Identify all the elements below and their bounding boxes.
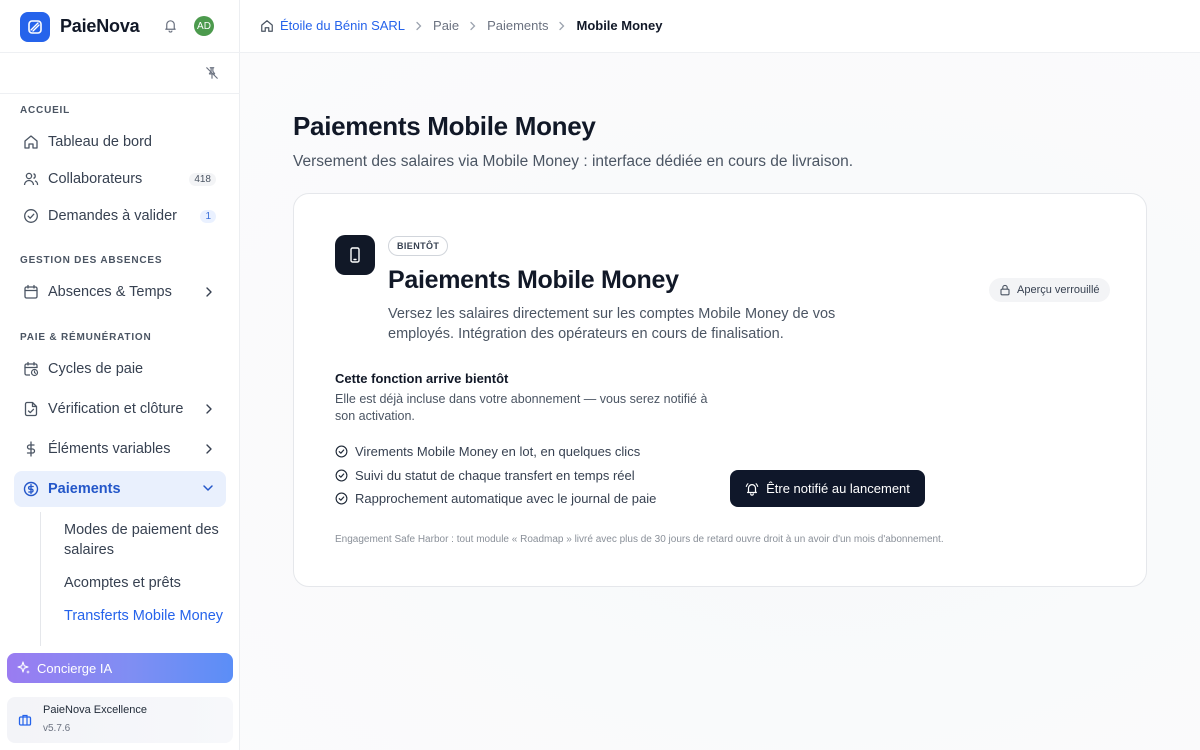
sidebar-item-label: Paiements — [48, 481, 121, 497]
sidebar-pin-row — [0, 53, 240, 94]
check-circle-icon — [335, 445, 348, 458]
submenu-item-transferts-mobile-money[interactable]: Transferts Mobile Money — [64, 606, 223, 626]
users-icon — [23, 171, 39, 187]
list-item: Virements Mobile Money en lot, en quelqu… — [335, 444, 656, 468]
coming-soon-heading: Cette fonction arrive bientôt — [335, 371, 509, 386]
file-check-icon — [23, 401, 39, 417]
app-logo[interactable] — [20, 12, 50, 42]
home-icon[interactable] — [260, 19, 274, 33]
page-subtitle: Versement des salaires via Mobile Money … — [293, 153, 854, 170]
chevron-right-icon — [204, 403, 214, 415]
feature-description: Versez les salaires directement sur les … — [388, 306, 836, 342]
concierge-ia-button[interactable]: Concierge IA — [7, 653, 233, 683]
locked-preview-label: Aperçu verrouillé — [1017, 284, 1100, 296]
bell-ring-icon — [745, 482, 759, 496]
sidebar-item-dashboard[interactable]: Tableau de bord — [14, 125, 226, 159]
sidebar-item-label: Éléments variables — [48, 441, 171, 457]
chevron-right-icon — [204, 443, 214, 455]
check-circle-icon — [23, 208, 39, 224]
submenu-rail — [40, 512, 41, 646]
submenu-item-modes-paiement[interactable]: Modes de paiement des salaires — [64, 520, 219, 560]
sidebar-item-elements[interactable]: Éléments variables — [14, 432, 226, 466]
page-title: Paiements Mobile Money — [293, 111, 596, 141]
submenu-item-label-line1: Modes de paiement des — [64, 522, 219, 538]
sidebar-item-label: Demandes à valider — [48, 208, 177, 224]
submenu-item-label-line2: salaires — [64, 542, 114, 558]
sidebar-item-label: Collaborateurs — [48, 171, 143, 187]
list-item: Rapprochement automatique avec le journa… — [335, 491, 656, 515]
coming-soon-badge: BIENTÔT — [388, 236, 449, 256]
calendar-icon — [23, 284, 39, 300]
sidebar-item-absences[interactable]: Absences & Temps — [14, 275, 226, 309]
notifications-bell-icon[interactable] — [163, 18, 178, 33]
concierge-ia-label: Concierge IA — [37, 660, 113, 676]
chevron-right-icon — [469, 21, 477, 31]
smartphone-icon — [335, 235, 375, 275]
circle-dollar-icon — [23, 481, 39, 497]
locked-preview-badge: Aperçu verrouillé — [989, 278, 1110, 302]
sidebar-item-label: Absences & Temps — [48, 284, 172, 300]
sidebar: PaieNova AD ACCUEIL Tableau de bord Coll… — [0, 0, 240, 750]
sidebar-item-collaborateurs[interactable]: Collaborateurs 418 — [14, 162, 226, 196]
chevron-down-icon — [202, 483, 214, 493]
breadcrumb: Étoile du Bénin SARL Paie Paiements Mobi… — [260, 18, 662, 33]
main-content: Paiements Mobile Money Versement des sal… — [240, 53, 1200, 750]
user-avatar[interactable]: AD — [194, 16, 214, 36]
breadcrumb-company[interactable]: Étoile du Bénin SARL — [280, 18, 405, 33]
feature-item-text: Rapprochement automatique avec le journa… — [355, 491, 657, 506]
sidebar-item-label: Tableau de bord — [48, 134, 152, 150]
section-label-accueil: ACCUEIL — [20, 105, 71, 116]
sidebar-item-label: Vérification et clôture — [48, 401, 184, 417]
notify-launch-button[interactable]: Être notifié au lancement — [730, 470, 925, 507]
section-label-absences: GESTION DES ABSENCES — [20, 255, 163, 266]
count-badge: 418 — [189, 172, 216, 186]
chevron-right-icon — [204, 286, 214, 298]
section-label-paie: PAIE & RÉMUNÉRATION — [20, 332, 152, 343]
plan-name: PaieNova Excellence — [43, 704, 147, 716]
home-icon — [23, 134, 39, 150]
sparkles-icon — [17, 661, 31, 675]
app-name: PaieNova — [60, 16, 140, 36]
check-circle-icon — [335, 492, 348, 505]
sidebar-item-paiements[interactable]: Paiements — [14, 471, 226, 507]
breadcrumb-paie[interactable]: Paie — [433, 18, 459, 33]
breadcrumb-paiements[interactable]: Paiements — [487, 18, 548, 33]
sidebar-item-demandes[interactable]: Demandes à valider 1 — [14, 199, 226, 233]
submenu-item-acomptes[interactable]: Acomptes et prêts — [64, 573, 181, 593]
top-bar: Étoile du Bénin SARL Paie Paiements Mobi… — [240, 0, 1200, 53]
chevron-right-icon — [558, 21, 566, 31]
sidebar-item-label: Cycles de paie — [48, 361, 144, 377]
feature-item-text: Suivi du statut de chaque transfert en t… — [355, 467, 635, 483]
app-version: v5.7.6 — [43, 723, 71, 734]
coming-soon-text: Elle est déjà incluse dans votre abonnem… — [335, 392, 708, 423]
unpin-icon[interactable] — [205, 66, 219, 80]
feature-list: Virements Mobile Money en lot, en quelqu… — [335, 444, 656, 515]
sidebar-item-verification[interactable]: Vérification et clôture — [14, 392, 226, 426]
brand-row: PaieNova AD — [0, 0, 240, 53]
dollar-icon — [23, 441, 39, 457]
feature-title: Paiements Mobile Money — [388, 266, 679, 294]
sidebar-item-cycles[interactable]: Cycles de paie — [14, 352, 226, 386]
plan-card[interactable]: PaieNova Excellence v5.7.6 — [7, 697, 233, 743]
safe-harbor-footnote: Engagement Safe Harbor : tout module « R… — [335, 534, 944, 545]
count-badge: 1 — [200, 209, 216, 223]
chevron-right-icon — [415, 21, 423, 31]
lock-icon — [1000, 284, 1010, 296]
briefcase-icon — [18, 713, 32, 727]
calendar-clock-icon — [23, 361, 39, 377]
breadcrumb-current: Mobile Money — [576, 18, 663, 33]
feature-item-text: Virements Mobile Money en lot, en quelqu… — [355, 444, 641, 459]
feature-card: BIENTÔT Paiements Mobile Money Versez le… — [293, 193, 1147, 587]
notify-launch-label: Être notifié au lancement — [766, 481, 910, 496]
check-circle-icon — [335, 469, 348, 481]
list-item: Suivi du statut de chaque transfert en t… — [335, 468, 656, 492]
